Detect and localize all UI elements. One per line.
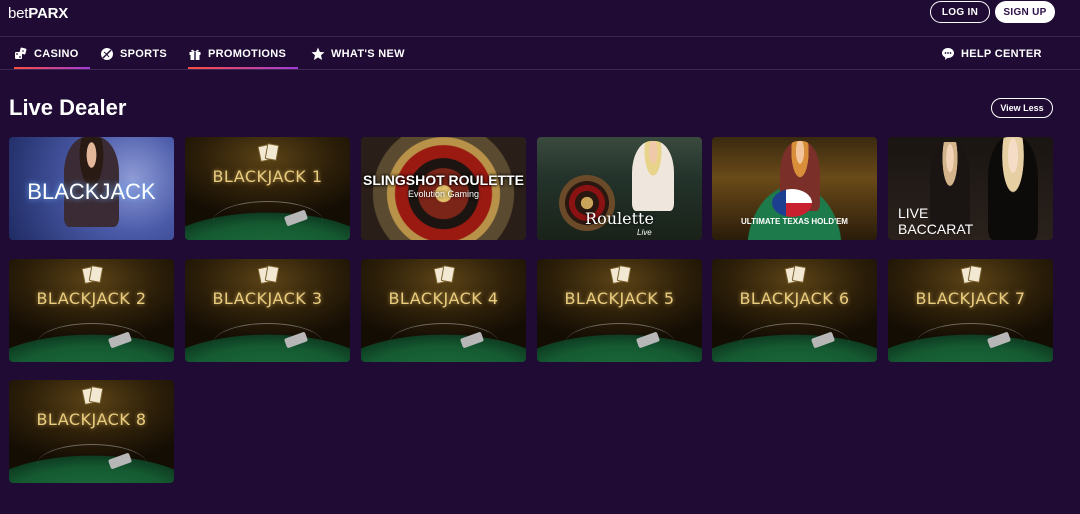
nav-item-promotions[interactable]: PROMOTIONS [188,37,298,70]
table-felt [389,323,499,362]
game-tile-label: Roulette [585,209,654,228]
game-tile-live-baccarat[interactable]: LIVE BACCARAT [888,137,1053,240]
top-bar: betPARX LOG IN SIGN UP [0,0,1080,36]
chat-bubble-icon [941,47,955,61]
dealer-image [988,137,1038,240]
signup-button[interactable]: SIGN UP [995,1,1055,23]
nav-sports-label: SPORTS [120,47,168,60]
game-tile-subtitle: Evolution Gaming [407,189,480,199]
dealer-image [632,141,674,211]
betparx-logo[interactable]: betPARX [8,5,68,22]
star-icon [311,47,325,61]
game-tile-blackjack-1[interactable]: BLACKJACK 1 [185,137,350,240]
game-tile-label: BLACKJACK 8 [36,410,147,429]
cards-icon [81,386,104,406]
dice-icon [14,47,28,61]
main-nav: CASINO SPORTS PROMOTIONS WHAT'S NEW HELP… [0,37,1080,70]
table-felt [740,323,850,362]
game-tile-label: BLACKJACK 7 [915,289,1026,308]
nav-whats-new-label: WHAT'S NEW [331,47,405,60]
game-tile-blackjack-7[interactable]: BLACKJACK 7 [888,259,1053,362]
table-felt [37,323,147,362]
logo-bet-text: bet [8,5,29,22]
table-felt [213,201,323,240]
game-tile-blackjack-3[interactable]: BLACKJACK 3 [185,259,350,362]
game-tile-label: BLACKJACK 3 [212,289,323,308]
nav-item-whats-new[interactable]: WHAT'S NEW [311,37,411,70]
cards-icon [433,265,456,285]
gift-icon [188,47,202,61]
game-tile-roulette-live[interactable]: Roulette Live [537,137,702,240]
nav-promotions-label: PROMOTIONS [208,47,287,60]
game-tile-label: LIVE BACCARAT [898,205,974,237]
game-tile-blackjack-2[interactable]: BLACKJACK 2 [9,259,174,362]
game-tile-label: BLACKJACK 2 [36,289,147,308]
table-felt [916,323,1026,362]
texas-flag-logo [772,189,812,217]
cards-icon [784,265,807,285]
game-tile-blackjack-4[interactable]: BLACKJACK 4 [361,259,526,362]
game-tile-blackjack-5[interactable]: BLACKJACK 5 [537,259,702,362]
table-felt [213,323,323,362]
game-tile-blackjack-8[interactable]: BLACKJACK 8 [9,380,174,483]
table-felt [565,323,675,362]
game-tile-classic-blackjack[interactable]: BLACKJACK [9,137,174,240]
game-tile-label: ULTIMATE TEXAS HOLD'EM [741,217,848,226]
game-tile-label: BLACKJACK 6 [739,289,850,308]
cards-icon [257,265,280,285]
login-button[interactable]: LOG IN [930,1,990,23]
table-felt [37,444,147,483]
nav-divider [0,69,1080,70]
nav-casino-label: CASINO [34,47,79,60]
logo-parx-text: PARX [28,5,69,22]
nav-item-sports[interactable]: SPORTS [100,37,174,70]
cards-icon [609,265,632,285]
game-tile-label: BLACKJACK 1 [212,167,323,186]
game-tile-blackjack-6[interactable]: BLACKJACK 6 [712,259,877,362]
nav-item-help-center[interactable]: HELP CENTER [941,37,1051,70]
view-less-button[interactable]: View Less [991,98,1053,118]
nav-item-casino[interactable]: CASINO [14,37,90,70]
game-tile-label: BLACKJACK [27,179,156,204]
game-tile-slingshot-roulette[interactable]: SLINGSHOT ROULETTE Evolution Gaming [361,137,526,240]
game-tile-subtitle: Live [637,228,652,237]
game-tile-ultimate-texas-holdem[interactable]: ULTIMATE TEXAS HOLD'EM [712,137,877,240]
cards-icon [257,143,280,163]
game-tile-label: SLINGSHOT ROULETTE [363,172,524,188]
ball-icon [100,47,114,61]
cards-icon [960,265,983,285]
section-title: Live Dealer [9,95,127,120]
nav-help-center-label: HELP CENTER [961,47,1042,60]
game-tile-label: BLACKJACK 4 [388,289,499,308]
cards-icon [81,265,104,285]
game-tile-label: BLACKJACK 5 [564,289,675,308]
